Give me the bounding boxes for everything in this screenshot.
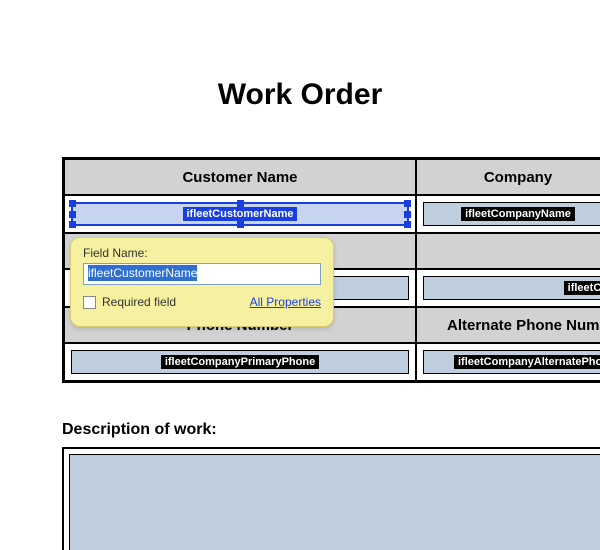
header-row2-right: C [416, 233, 600, 269]
all-properties-link[interactable]: All Properties [250, 295, 321, 309]
field-company-name[interactable]: ifleetCompanyName [423, 202, 600, 226]
field-properties-popup: Field Name: ifleetCustomerName Required … [70, 237, 334, 327]
resize-handle[interactable] [404, 221, 411, 228]
resize-handle[interactable] [69, 211, 76, 218]
cell-alt-phone: ifleetCompanyAlternatePhone [416, 343, 600, 381]
resize-handle[interactable] [69, 221, 76, 228]
checkbox-icon[interactable] [83, 296, 96, 309]
header-alt-phone: Alternate Phone Number [416, 307, 600, 343]
field-tag-customer-name: ifleetCustomerName [183, 207, 298, 221]
resize-handle[interactable] [69, 200, 76, 207]
required-field-label: Required field [102, 295, 176, 309]
field-tag-phone: ifleetCompanyPrimaryPhone [161, 355, 319, 369]
description-cell [62, 447, 600, 550]
resize-handle[interactable] [404, 200, 411, 207]
field-customer-name[interactable]: ifleetCustomerName [71, 202, 409, 226]
header-company: Company [416, 159, 600, 195]
resize-handle[interactable] [404, 211, 411, 218]
resize-handle[interactable] [237, 200, 244, 207]
field-description[interactable] [69, 454, 600, 550]
cell-customer-name: ifleetCustomerName [64, 195, 416, 233]
cell-phone: ifleetCompanyPrimaryPhone [64, 343, 416, 381]
field-name-label: Field Name: [83, 246, 321, 260]
field-tag-row2-right: ifleetCo [564, 281, 600, 295]
required-field-checkbox[interactable]: Required field [83, 295, 176, 309]
field-phone[interactable]: ifleetCompanyPrimaryPhone [71, 350, 409, 374]
cell-company-name: ifleetCompanyName [416, 195, 600, 233]
field-tag-alt-phone: ifleetCompanyAlternatePhone [454, 355, 600, 369]
field-alt-phone[interactable]: ifleetCompanyAlternatePhone [423, 350, 600, 374]
field-row2-right[interactable]: ifleetCo [423, 276, 600, 300]
description-label: Description of work: [62, 421, 217, 439]
header-customer-name: Customer Name [64, 159, 416, 195]
field-tag-company-name: ifleetCompanyName [461, 207, 575, 221]
page-title: Work Order [0, 78, 600, 112]
field-name-input[interactable]: ifleetCustomerName [83, 263, 321, 285]
cell-row2-right: ifleetCo [416, 269, 600, 307]
resize-handle[interactable] [237, 221, 244, 228]
